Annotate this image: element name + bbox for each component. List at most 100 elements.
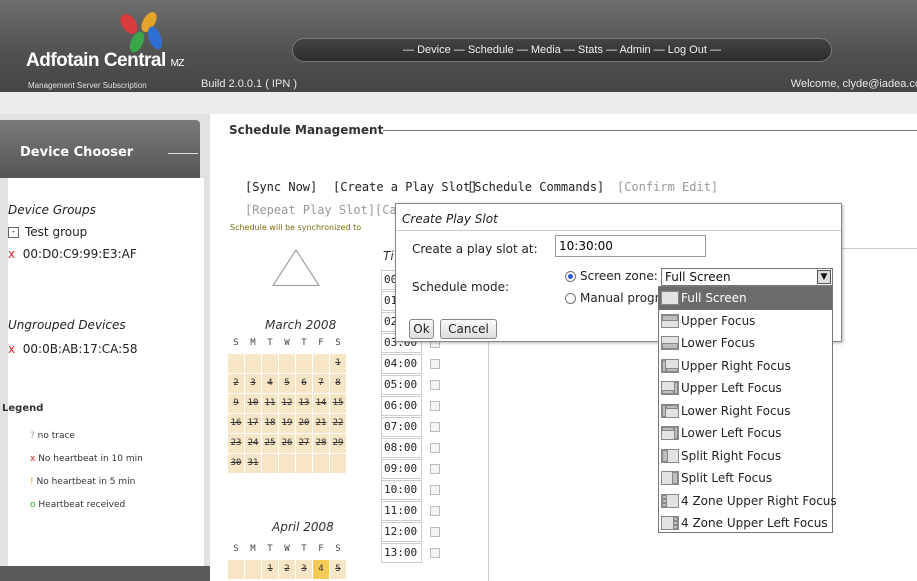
- zone-option[interactable]: Upper Focus: [659, 310, 832, 333]
- main-nav[interactable]: — Device — Schedule — Media — Stats — Ad…: [292, 38, 832, 62]
- calendar-day[interactable]: 23: [228, 434, 244, 453]
- time-slot[interactable]: 05:00: [381, 375, 422, 395]
- calendar-day[interactable]: 30: [228, 454, 244, 473]
- calendar-day[interactable]: 6: [296, 374, 312, 393]
- calendar-day[interactable]: 5: [330, 560, 346, 579]
- create-at-input[interactable]: [555, 235, 706, 257]
- calendar-day[interactable]: 15: [330, 394, 346, 413]
- zone-option[interactable]: Upper Right Focus: [659, 355, 832, 378]
- zone-option[interactable]: 4 Zone Upper Left Focus: [659, 512, 832, 535]
- device-item[interactable]: x 00:D0:C9:99:E3:AF: [8, 247, 137, 261]
- zone-upper-icon: [661, 313, 679, 328]
- calendar-day[interactable]: 19: [279, 414, 295, 433]
- time-slot[interactable]: 10:00: [381, 480, 422, 500]
- calendar-day[interactable]: 13: [296, 394, 312, 413]
- calendar-day[interactable]: 9: [228, 394, 244, 413]
- calendar-day[interactable]: 12: [279, 394, 295, 413]
- screen-zone-select[interactable]: Full Screen ▼: [661, 268, 833, 286]
- calendar-day[interactable]: 28: [313, 434, 329, 453]
- chevron-down-icon[interactable]: ▼: [817, 270, 831, 284]
- calendar-day[interactable]: 18: [262, 414, 278, 433]
- group-item-test-group[interactable]: - Test group: [8, 225, 87, 239]
- calendar-day[interactable]: 7: [313, 374, 329, 393]
- screen-zone-dropdown[interactable]: Full Screen Upper Focus Lower Focus Upper R…: [658, 286, 837, 535]
- time-slot[interactable]: 09:00: [381, 459, 422, 479]
- time-slot[interactable]: 06:00: [381, 396, 422, 416]
- schedule-commands-link[interactable]: [Schedule Commands]: [467, 180, 604, 194]
- calendar-day[interactable]: 10: [245, 394, 261, 413]
- calendar-day-today[interactable]: 4: [313, 560, 329, 579]
- repeat-play-slot-link[interactable]: [Repeat Play Slot]: [245, 203, 375, 217]
- calendar-day[interactable]: 20: [296, 414, 312, 433]
- device-id[interactable]: 00:0B:AB:17:CA:58: [23, 342, 138, 356]
- calendar-day[interactable]: 22: [330, 414, 346, 433]
- time-checkbox[interactable]: [430, 443, 440, 453]
- calendar-day[interactable]: 25: [262, 434, 278, 453]
- time-checkbox[interactable]: [430, 359, 440, 369]
- manual-program-label: Manual progra: [580, 291, 667, 305]
- calendar-day[interactable]: 2: [228, 374, 244, 393]
- legend-item: ! No heartbeat in 5 min: [30, 477, 136, 487]
- scroll-up-triangle-inner: [274, 251, 318, 285]
- screen-zone-radio[interactable]: [565, 271, 576, 282]
- time-slot[interactable]: 12:00: [381, 522, 422, 542]
- calendar-day[interactable]: 14: [313, 394, 329, 413]
- calendar-day[interactable]: 29: [330, 434, 346, 453]
- time-checkbox[interactable]: [430, 380, 440, 390]
- time-slot[interactable]: 07:00: [381, 417, 422, 437]
- device-item[interactable]: x 00:0B:AB:17:CA:58: [8, 342, 137, 356]
- time-checkbox[interactable]: [430, 506, 440, 516]
- zone-option[interactable]: Split Left Focus: [659, 467, 832, 490]
- time-checkbox[interactable]: [430, 485, 440, 495]
- confirm-edit-link[interactable]: [Confirm Edit]: [617, 180, 718, 194]
- time-checkbox[interactable]: [430, 401, 440, 411]
- manual-program-radio[interactable]: [565, 293, 576, 304]
- group-name[interactable]: Test group: [25, 225, 87, 239]
- zone-option[interactable]: Lower Left Focus: [659, 422, 832, 445]
- device-id[interactable]: 00:D0:C9:99:E3:AF: [23, 247, 137, 261]
- calendar-day[interactable]: 31: [245, 454, 261, 473]
- time-slot[interactable]: 08:00: [381, 438, 422, 458]
- build-version: Build 2.0.0.1 ( IPN ): [201, 78, 297, 90]
- calendar-day[interactable]: 1: [262, 560, 278, 579]
- calendar-day[interactable]: 5: [279, 374, 295, 393]
- create-play-slot-link[interactable]: [Create a Play Slot]: [333, 180, 478, 194]
- ok-button[interactable]: Ok: [409, 319, 434, 339]
- calendar-day[interactable]: 16: [228, 414, 244, 433]
- zone-option[interactable]: Lower Focus: [659, 332, 832, 355]
- calendar-day[interactable]: 3: [245, 374, 261, 393]
- zone-option[interactable]: Lower Right Focus: [659, 400, 832, 423]
- calendar-day[interactable]: 17: [245, 414, 261, 433]
- legend-item: o Heartbeat received: [30, 500, 126, 510]
- time-checkbox[interactable]: [430, 527, 440, 537]
- calendar-day[interactable]: 1: [330, 354, 346, 373]
- zone-option[interactable]: Upper Left Focus: [659, 377, 832, 400]
- time-row: 07:00: [381, 417, 451, 438]
- time-checkbox[interactable]: [430, 548, 440, 558]
- cancel-button[interactable]: Cancel: [440, 319, 497, 339]
- weekday-label: S: [335, 544, 341, 554]
- weekday-label: F: [318, 544, 324, 554]
- time-slot[interactable]: 11:00: [381, 501, 422, 521]
- calendar-day[interactable]: 2: [279, 560, 295, 579]
- calendar-day[interactable]: 24: [245, 434, 261, 453]
- calendar-day[interactable]: 3: [296, 560, 312, 579]
- collapse-toggle-icon[interactable]: -: [8, 227, 19, 238]
- zone-option[interactable]: 4 Zone Upper Right Focus: [659, 490, 837, 513]
- partial-link[interactable]: [Ca: [375, 203, 397, 217]
- zone-option[interactable]: Split Right Focus: [659, 445, 832, 468]
- time-slot[interactable]: 04:00: [381, 354, 422, 374]
- calendar-day[interactable]: 4: [262, 374, 278, 393]
- calendar-day[interactable]: 26: [279, 434, 295, 453]
- time-checkbox[interactable]: [430, 422, 440, 432]
- time-slot[interactable]: 13:00: [381, 543, 422, 563]
- calendar-day[interactable]: 11: [262, 394, 278, 413]
- time-checkbox[interactable]: [430, 464, 440, 474]
- calendar-day[interactable]: 8: [330, 374, 346, 393]
- calendar-day[interactable]: 21: [313, 414, 329, 433]
- calendar-empty-cell: [279, 454, 295, 473]
- zone-option-label: Upper Focus: [681, 313, 756, 328]
- calendar-day[interactable]: 27: [296, 434, 312, 453]
- sync-now-link[interactable]: [Sync Now]: [245, 180, 317, 194]
- zone-option[interactable]: Full Screen: [659, 287, 832, 310]
